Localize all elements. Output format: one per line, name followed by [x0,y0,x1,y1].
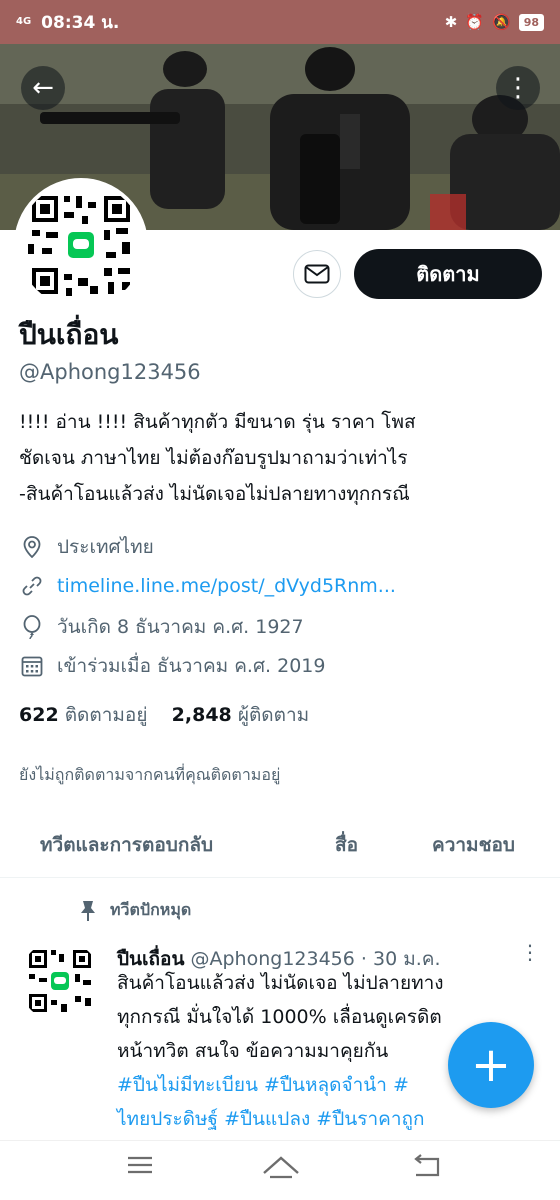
arrow-left-icon: ← [32,73,54,103]
tweet-hashtags[interactable]: #ปืนไม่มีทะเบียน #ปืนหลุดจำนำ # [117,1068,444,1102]
recent-apps-button[interactable] [126,1153,154,1181]
pinned-indicator: ทวีตปักหมุด [80,898,191,923]
following-count: 622 [19,704,59,726]
more-vertical-icon: ⋮ [520,940,540,964]
bio-line: ชัดเจน ภาษาไทย ไม่ต้องก๊อบรูปมาถามว่าเท่… [19,447,408,469]
follow-counts: 622 ติดตามอยู่ 2,848 ผู้ติดตาม [19,700,309,730]
follow-button[interactable]: ติดตาม [354,249,542,299]
back-nav-button[interactable] [412,1153,442,1183]
system-navigation-bar [0,1140,560,1200]
followers-count: 2,848 [171,704,232,726]
followers-link[interactable]: 2,848 ผู้ติดตาม [172,704,310,726]
back-button[interactable]: ← [21,66,65,110]
message-button[interactable] [293,250,341,298]
profile-tabs: ทวีตและการตอบกลับ สื่อ ความชอบ [0,820,560,878]
more-vertical-icon: ⋮ [505,73,531,103]
qr-code-image [19,940,101,1022]
battery-icon: 98 [518,13,544,31]
not-followed-notice: ยังไม่ถูกติดตามจากคนที่คุณติดตามอยู่ [19,765,281,784]
profile-website[interactable]: timeline.line.me/post/_dVyd5Rnm... [19,571,396,601]
calendar-icon [19,655,45,677]
compose-tweet-button[interactable]: + [448,1022,534,1108]
tab-media[interactable]: สื่อ [335,830,358,860]
birthday-text: วันเกิด 8 ธันวาคม ค.ศ. 1927 [57,616,304,638]
pin-icon [81,900,95,921]
bio-line: !!!! อ่าน !!!! สินค้าทุกตัว มีขนาด รุ่น … [19,411,416,433]
tweet-line: หน้าทวิต สนใจ ข้อความมาคุยกัน [117,1040,389,1062]
tweet-line: ทุกกรณี มั่นใจได้ 1000% เลื่อนดูเครดิต [117,1006,442,1028]
bluetooth-icon: ✱ [444,13,458,31]
joined-text: เข้าร่วมเมื่อ ธันวาคม ค.ศ. 2019 [57,655,326,677]
envelope-icon [304,264,330,284]
profile-joined: เข้าร่วมเมื่อ ธันวาคม ค.ศ. 2019 [19,651,325,681]
website-link[interactable]: timeline.line.me/post/_dVyd5Rnm... [57,575,396,597]
tab-tweets-replies[interactable]: ทวีตและการตอบกลับ [40,830,213,860]
home-icon [263,1156,299,1179]
location-pin-icon [19,536,45,558]
tweet-line: สินค้าโอนแล้วส่ง ไม่นัดเจอ ไม่ปลายทาง [117,972,444,994]
profile-avatar[interactable] [14,178,148,312]
profile-birthday: วันเกิด 8 ธันวาคม ค.ศ. 1927 [19,612,304,642]
bio-line: -สินค้าโอนแล้วส่ง ไม่นัดเจอไม่ปลายทางทุก… [19,483,410,505]
tweet-hashtags[interactable]: ไทยประดิษฐ์ #ปืนแปลง #ปืนราคาถูก [117,1102,444,1136]
tab-likes[interactable]: ความชอบ [432,830,515,860]
followers-label: ผู้ติดตาม [237,704,310,726]
following-link[interactable]: 622 ติดตามอยู่ [19,704,147,726]
network-indicator: 4G [16,16,32,27]
profile-location: ประเทศไทย [19,532,154,562]
status-bar: 4G 08:34 น. ✱ ⏰ 🔕 98 [0,0,560,44]
following-label: ติดตามอยู่ [64,704,148,726]
balloon-icon [19,615,45,639]
tweet-body: สินค้าโอนแล้วส่ง ไม่นัดเจอ ไม่ปลายทาง ทุ… [117,966,444,1136]
home-button[interactable] [262,1153,300,1183]
tweet-more-button[interactable]: ⋮ [520,940,540,964]
tweet-author-avatar[interactable] [19,940,101,1022]
qr-code-image [18,182,144,308]
plus-icon: + [470,1037,512,1093]
location-text: ประเทศไทย [57,536,154,558]
mute-icon: 🔕 [492,13,511,31]
more-options-button[interactable]: ⋮ [496,66,540,110]
pinned-label: ทวีตปักหมุด [110,900,192,919]
menu-icon [128,1156,152,1174]
profile-handle: @Aphong123456 [19,360,201,384]
profile-display-name: ปืนเถื่อน [19,318,119,351]
link-icon [19,575,45,597]
alarm-icon: ⏰ [465,13,484,31]
back-icon [414,1154,440,1177]
profile-bio: !!!! อ่าน !!!! สินค้าทุกตัว มีขนาด รุ่น … [19,404,416,512]
status-icons: ✱ ⏰ 🔕 98 [445,13,544,31]
status-time: 08:34 น. [41,12,120,33]
